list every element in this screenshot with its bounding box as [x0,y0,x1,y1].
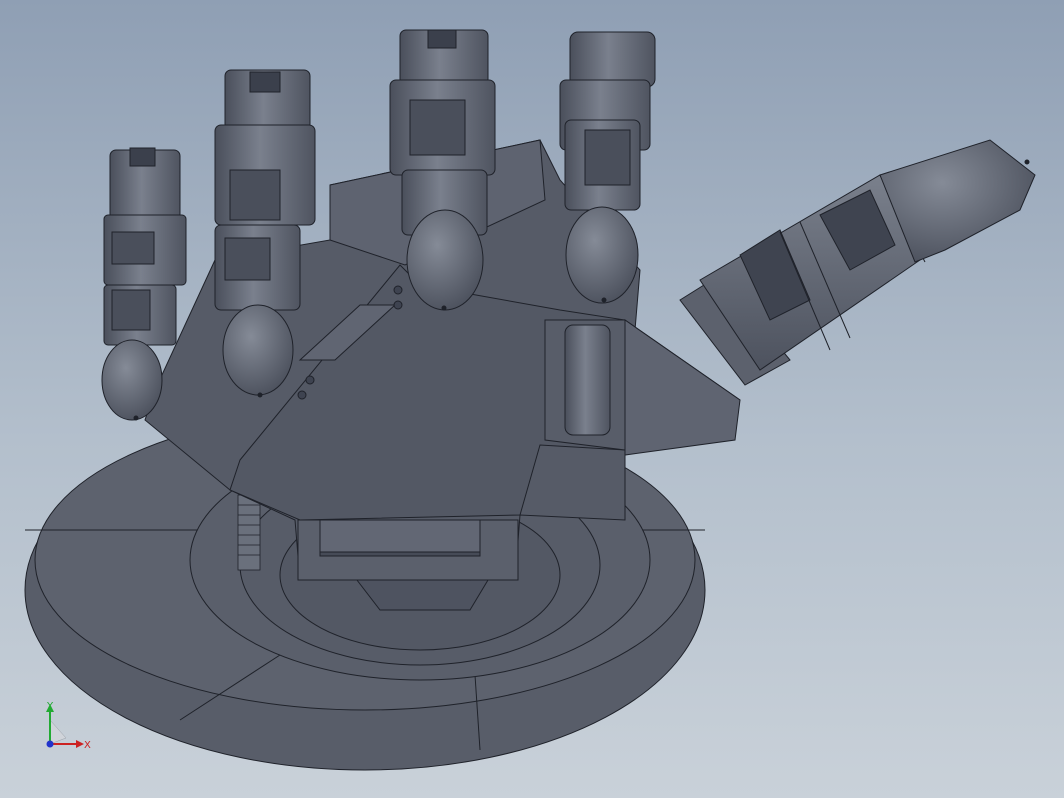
graphics-viewport[interactable]: Y X [0,0,1064,798]
drive-gear [237,494,261,571]
thumb [679,139,1036,386]
coordinate-triad: Y X [46,701,91,751]
x-axis-arrow [76,740,84,748]
finger-index [559,31,656,304]
robotic-hand-model[interactable] [0,0,1064,798]
x-axis-label: X [84,740,91,751]
z-axis-dot [46,740,54,748]
y-axis-label: Y [46,701,54,712]
